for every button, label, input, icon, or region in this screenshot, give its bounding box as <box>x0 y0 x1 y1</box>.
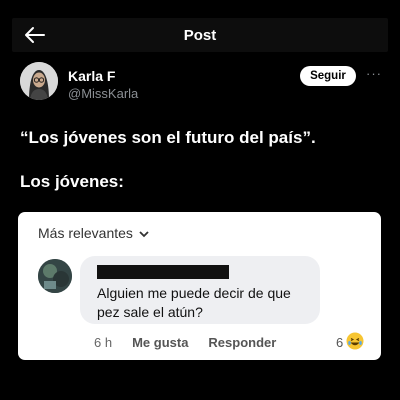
comment-bubble: Alguien me puede decir de que pez sale e… <box>80 256 320 324</box>
post-header: Post <box>12 18 388 52</box>
redacted-username <box>97 265 229 279</box>
author-handle[interactable]: @MissKarla <box>68 86 138 101</box>
embedded-comment-screenshot: Más relevantes Alguien me puede decir de… <box>18 212 381 360</box>
sort-dropdown[interactable]: Más relevantes <box>38 225 149 241</box>
author-name[interactable]: Karla F <box>68 68 115 84</box>
follow-button[interactable]: Seguir <box>300 66 356 86</box>
comment-actions: 6 h Me gusta Responder <box>94 335 276 350</box>
chevron-down-icon <box>139 225 149 241</box>
reaction-summary[interactable]: 6 <box>336 332 364 353</box>
comment-text: Alguien me puede decir de que pez sale e… <box>97 285 291 320</box>
commenter-avatar[interactable] <box>38 259 72 293</box>
more-options-icon[interactable]: ··· <box>366 66 382 81</box>
post-text-line-2: Los jóvenes: <box>20 172 124 191</box>
like-button[interactable]: Me gusta <box>132 335 188 350</box>
reaction-count: 6 <box>336 335 344 350</box>
author-avatar[interactable] <box>20 62 58 100</box>
reply-button[interactable]: Responder <box>208 335 276 350</box>
sort-label: Más relevantes <box>38 225 133 241</box>
comment-time: 6 h <box>94 335 113 350</box>
page-title: Post <box>183 27 217 44</box>
laughing-emoji-icon <box>346 332 364 353</box>
post-text-line-1: “Los jóvenes son el futuro del país”. <box>20 128 316 147</box>
